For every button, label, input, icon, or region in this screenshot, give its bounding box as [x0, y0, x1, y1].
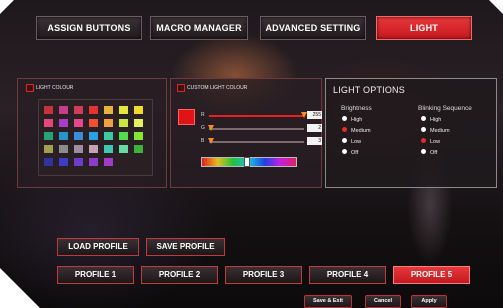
blinking-option-high[interactable]: High	[421, 116, 441, 124]
color-swatch[interactable]	[74, 119, 83, 127]
color-swatch[interactable]	[44, 145, 53, 153]
light-colour-panel: LIGHT COLOUR	[17, 78, 167, 188]
color-swatch[interactable]	[44, 158, 53, 166]
color-swatch[interactable]	[104, 145, 113, 153]
corner-decoration	[0, 268, 40, 308]
color-swatch[interactable]	[59, 158, 68, 166]
color-swatch-grid	[38, 99, 153, 176]
brightness-heading: Brightness	[341, 105, 372, 112]
load-profile-button[interactable]: LOAD PROFILE	[57, 238, 139, 256]
green-value-field[interactable]: 2	[307, 124, 322, 132]
color-swatch[interactable]	[59, 106, 68, 114]
color-swatch[interactable]	[59, 132, 68, 140]
color-swatch[interactable]	[74, 106, 83, 114]
red-value-field[interactable]: 255	[307, 111, 322, 119]
color-swatch[interactable]	[104, 132, 113, 140]
light-options-title: LIGHT OPTIONS	[333, 85, 405, 95]
radio-icon	[342, 127, 347, 133]
save-and-exit-button[interactable]: Save & Exit	[304, 295, 352, 308]
cancel-button[interactable]: Cancel	[365, 295, 401, 308]
color-swatch[interactable]	[74, 145, 83, 153]
radio-icon	[421, 127, 426, 133]
green-slider-letter: G	[201, 125, 205, 131]
color-swatch[interactable]	[134, 145, 143, 153]
radio-icon	[342, 149, 347, 155]
hue-spectrum-bar[interactable]	[201, 157, 297, 167]
brightness-option-off[interactable]: Off	[342, 149, 358, 157]
tab-light[interactable]: LIGHT	[376, 16, 472, 40]
color-swatch[interactable]	[119, 132, 128, 140]
color-swatch[interactable]	[134, 132, 143, 140]
blinking-option-off[interactable]: Off	[421, 149, 437, 157]
brightness-option-medium[interactable]: Medium	[342, 127, 371, 135]
color-swatch[interactable]	[104, 119, 113, 127]
hue-handle[interactable]	[244, 157, 250, 167]
profile-4-button[interactable]: PROFILE 4	[309, 266, 386, 284]
radio-icon	[421, 138, 426, 144]
apply-button[interactable]: Apply	[411, 295, 447, 308]
save-profile-button[interactable]: SAVE PROFILE	[146, 238, 225, 256]
profile-2-button[interactable]: PROFILE 2	[141, 266, 218, 284]
color-swatch[interactable]	[44, 119, 53, 127]
color-swatch[interactable]	[89, 132, 98, 140]
corner-decoration	[489, 0, 503, 14]
custom-light-colour-label: CUSTOM LIGHT COLOUR	[187, 85, 248, 91]
custom-light-colour-checkbox[interactable]	[177, 84, 185, 92]
tab-macro-manager[interactable]: MACRO MANAGER	[150, 16, 248, 40]
profile-1-button[interactable]: PROFILE 1	[57, 266, 134, 284]
color-swatch[interactable]	[59, 145, 68, 153]
tab-assign-buttons[interactable]: ASSIGN BUTTONS	[36, 16, 142, 40]
blue-slider-letter: B	[201, 138, 205, 144]
light-options-panel: LIGHT OPTIONS Brightness High Medium Low…	[325, 78, 497, 188]
profile-5-button[interactable]: PROFILE 5	[393, 266, 470, 284]
blue-slider-thumb[interactable]	[208, 138, 214, 144]
color-swatch[interactable]	[134, 119, 143, 127]
custom-light-colour-panel: CUSTOM LIGHT COLOUR R 255 G 2 B 3	[170, 78, 322, 188]
color-swatch[interactable]	[104, 106, 113, 114]
color-swatch[interactable]	[89, 158, 98, 166]
color-swatch[interactable]	[119, 106, 128, 114]
brightness-option-high[interactable]: High	[342, 116, 362, 124]
radio-icon	[342, 138, 347, 144]
light-colour-label: LIGHT COLOUR	[36, 85, 74, 91]
tab-advanced-setting[interactable]: ADVANCED SETTING	[260, 16, 366, 40]
color-swatch[interactable]	[119, 145, 128, 153]
current-color-preview	[178, 109, 195, 125]
color-swatch[interactable]	[74, 158, 83, 166]
radio-icon	[421, 116, 426, 122]
radio-icon	[421, 149, 426, 155]
light-colour-checkbox[interactable]	[26, 84, 34, 92]
blue-value-field[interactable]: 3	[307, 137, 322, 145]
color-swatch[interactable]	[89, 145, 98, 153]
red-slider-fill	[209, 115, 304, 117]
blinking-option-low[interactable]: Low	[421, 138, 440, 146]
color-swatch[interactable]	[74, 132, 83, 140]
profile-3-button[interactable]: PROFILE 3	[225, 266, 302, 284]
corner-decoration	[0, 0, 14, 14]
blinking-option-medium[interactable]: Medium	[421, 127, 450, 135]
color-swatch[interactable]	[59, 119, 68, 127]
green-slider-thumb[interactable]	[208, 125, 214, 131]
color-swatch[interactable]	[44, 106, 53, 114]
color-swatch[interactable]	[89, 119, 98, 127]
color-swatch[interactable]	[44, 132, 53, 140]
brightness-option-low[interactable]: Low	[342, 138, 361, 146]
blinking-sequence-heading: Blinking Sequence	[418, 105, 472, 112]
color-swatch[interactable]	[119, 119, 128, 127]
red-slider-letter: R	[201, 112, 205, 118]
color-swatch[interactable]	[104, 158, 113, 166]
color-swatch[interactable]	[134, 106, 143, 114]
radio-icon	[342, 116, 347, 122]
color-swatch[interactable]	[89, 106, 98, 114]
